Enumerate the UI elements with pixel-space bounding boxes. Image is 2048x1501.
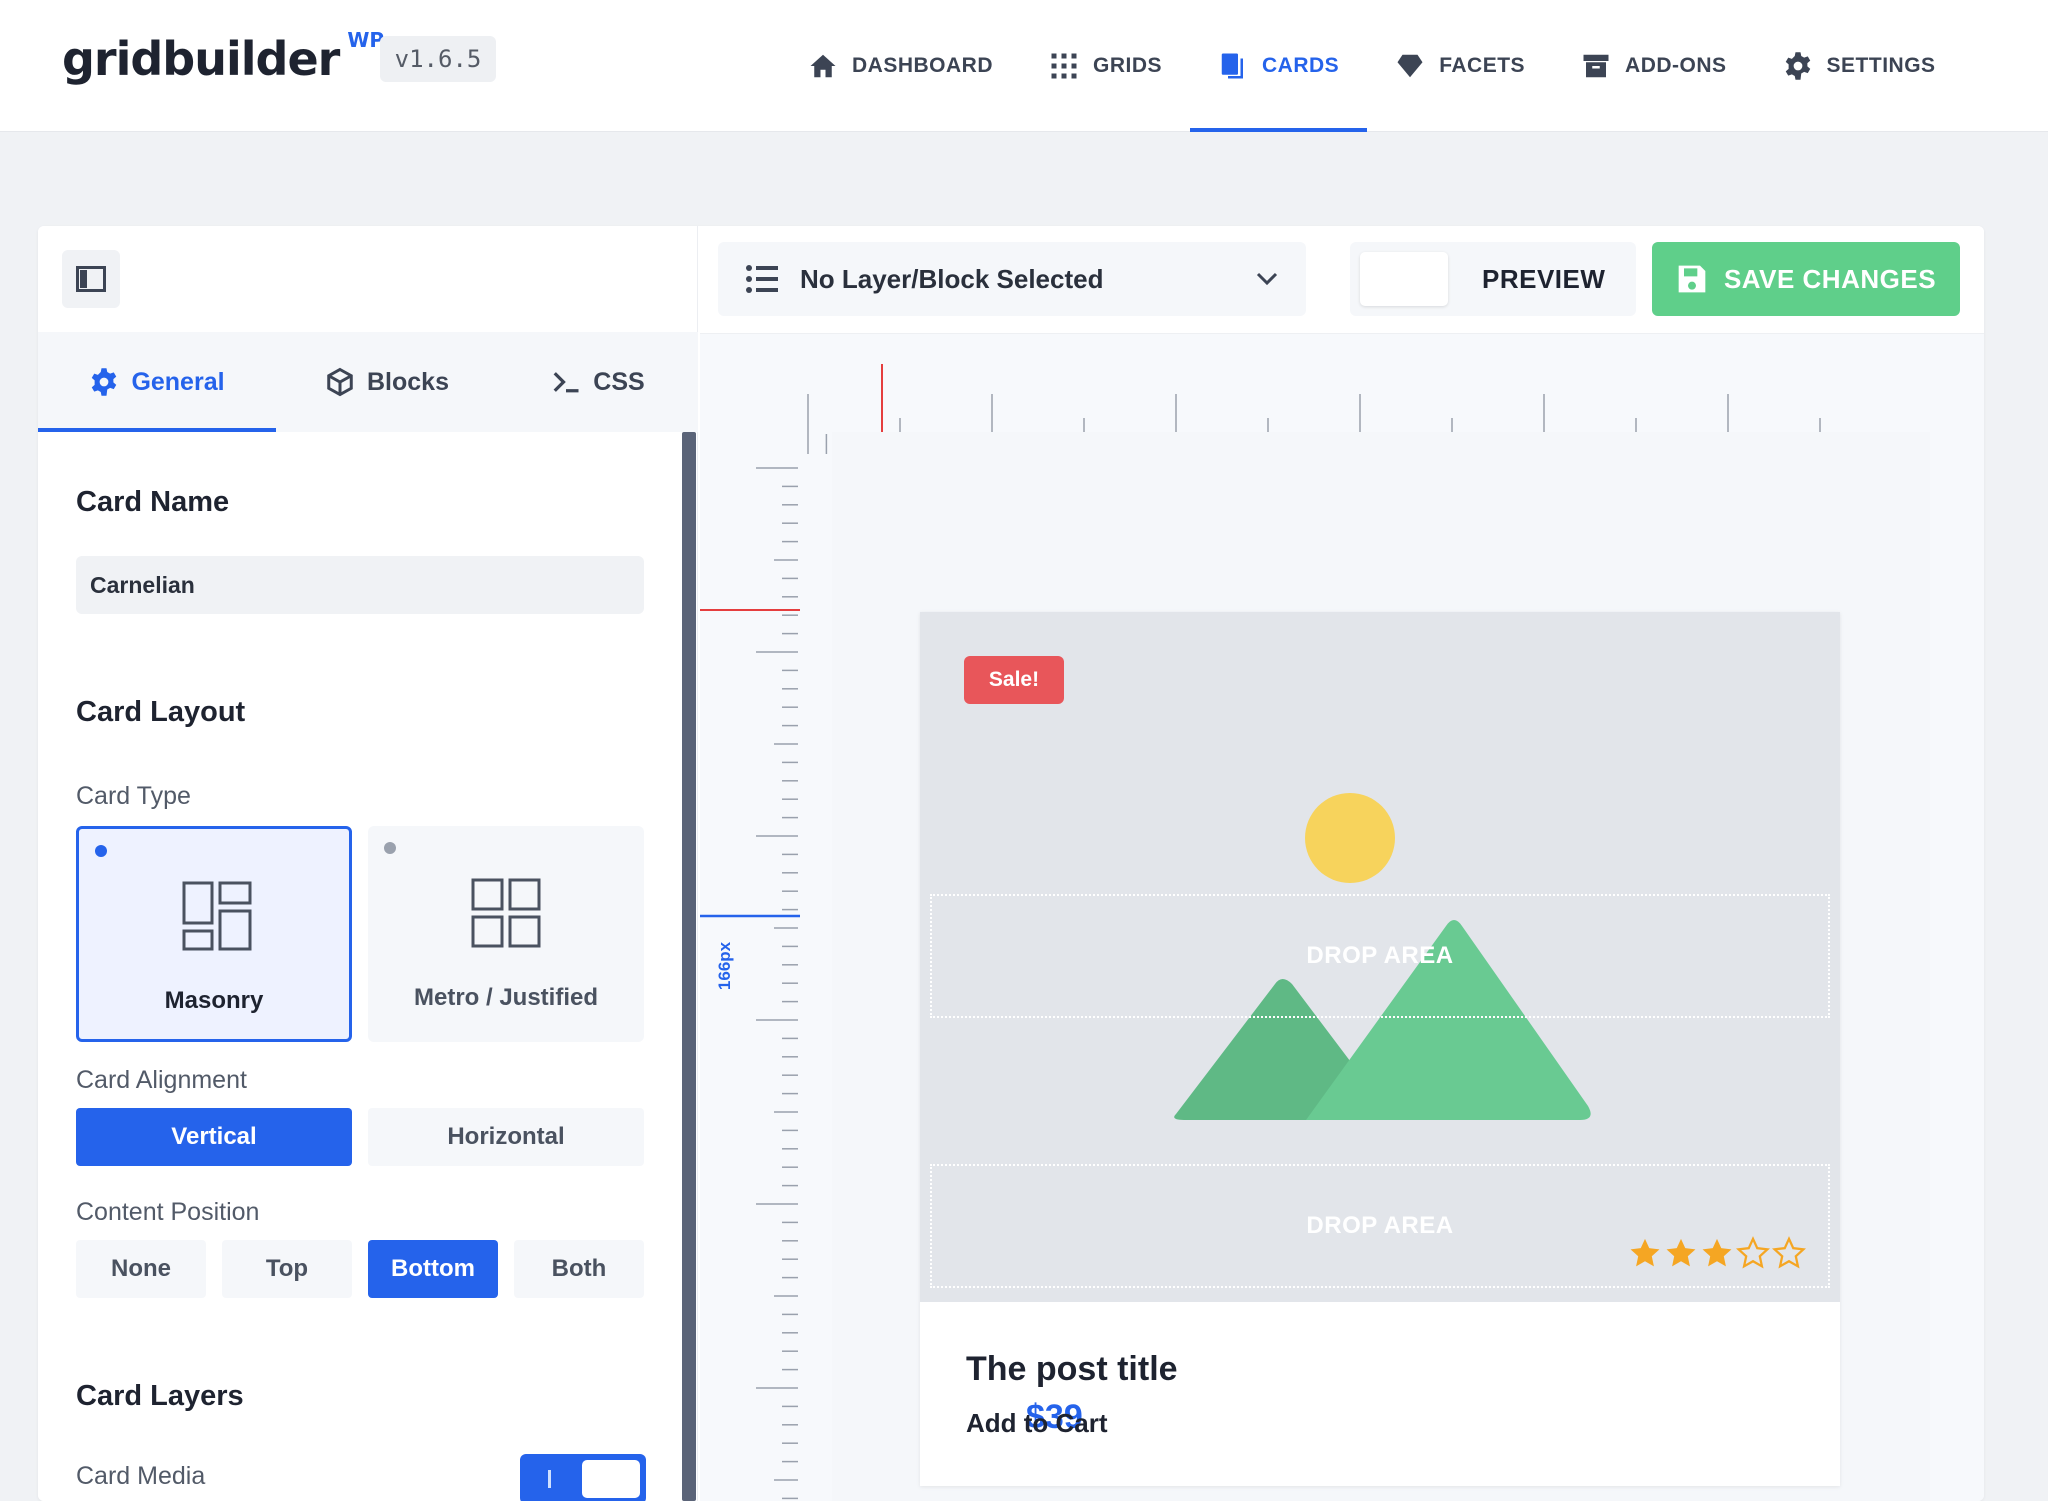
nav-grids-label: GRIDS [1093, 54, 1163, 77]
gear-icon [92, 368, 117, 396]
star-filled-icon[interactable] [1628, 1236, 1662, 1270]
layer-select-value: No Layer/Block Selected [800, 263, 1104, 294]
add-to-cart-block[interactable]: $39 Add to Cart [966, 1398, 1366, 1444]
alignment-horizontal-button[interactable]: Horizontal [368, 1108, 644, 1166]
sidebar-scrollbar[interactable] [682, 432, 696, 1501]
nav-cards[interactable]: CARDS [1190, 0, 1368, 132]
terminal-icon [553, 372, 579, 393]
nav-grids[interactable]: GRIDS [1021, 0, 1190, 132]
nav-settings[interactable]: SETTINGS [1755, 0, 1964, 132]
home-icon [810, 54, 836, 78]
card-layout-heading: Card Layout [76, 696, 246, 728]
nav-dashboard[interactable]: DASHBOARD [780, 0, 1021, 132]
sidebar-toggle-button[interactable] [62, 250, 120, 308]
add-to-cart-label: Add to Cart [966, 1408, 1108, 1438]
sidebar-panel-icon [76, 266, 106, 292]
card-media-label: Card Media [76, 1462, 206, 1490]
nav-facets[interactable]: FACETS [1367, 0, 1553, 132]
diamond-icon [1397, 54, 1423, 78]
nav-settings-label: SETTINGS [1826, 54, 1936, 77]
card-name-input[interactable] [76, 556, 644, 614]
radio-dot [384, 842, 396, 854]
floppy-disk-icon [1678, 265, 1706, 293]
card-media-placeholder[interactable]: Sale! DROP AREA DROP AREA [920, 612, 1840, 1302]
card-type-label: Card Type [76, 782, 191, 810]
sale-badge[interactable]: Sale! [964, 656, 1064, 704]
alignment-vertical-button[interactable]: Vertical [76, 1108, 352, 1166]
masonry-layout-icon [182, 881, 252, 951]
archive-icon [1583, 54, 1609, 78]
card-canvas-area: No Layer/Block Selected PREVIEW SAVE CHA… [700, 226, 1984, 1501]
ruler-height-label: 166px [715, 941, 734, 990]
tab-general-label: General [131, 367, 225, 396]
logo-wp-badge: WP [347, 28, 385, 52]
grid-icon [1051, 53, 1077, 79]
nav-addons-label: ADD-ONS [1625, 54, 1727, 77]
star-empty-icon[interactable] [1736, 1236, 1770, 1270]
preview-toggle[interactable]: PREVIEW [1350, 242, 1636, 316]
drop-area-top[interactable]: DROP AREA [930, 894, 1830, 1018]
canvas-toolbar: No Layer/Block Selected PREVIEW SAVE CHA… [700, 226, 1984, 334]
version-badge: v1.6.5 [380, 36, 496, 82]
card-type-masonry[interactable]: Masonry [76, 826, 352, 1042]
tab-blocks[interactable]: Blocks [276, 332, 498, 432]
chevron-down-icon [1256, 272, 1278, 286]
card-layers-heading: Card Layers [76, 1380, 244, 1412]
save-changes-button[interactable]: SAVE CHANGES [1652, 242, 1960, 316]
gridbuilder-logo[interactable]: gridbuilder WP [62, 24, 384, 94]
tab-css-label: CSS [593, 367, 645, 396]
star-rating[interactable] [1628, 1236, 1808, 1270]
layer-block-select[interactable]: No Layer/Block Selected [718, 242, 1306, 316]
radio-dot [95, 845, 107, 857]
position-top-button[interactable]: Top [222, 1240, 352, 1298]
main-nav: DASHBOARD GRIDS CARDS FACETS ADD-ONS SET… [780, 0, 1964, 132]
nav-cards-label: CARDS [1262, 54, 1340, 77]
gear-icon [1785, 52, 1810, 80]
nav-dashboard-label: DASHBOARD [852, 54, 993, 77]
nav-facets-label: FACETS [1439, 54, 1526, 77]
toggle-on-mark [548, 1470, 551, 1488]
star-filled-icon[interactable] [1700, 1236, 1734, 1270]
sidebar-tabs: General Blocks CSS [38, 332, 698, 432]
star-filled-icon[interactable] [1664, 1236, 1698, 1270]
star-empty-icon[interactable] [1772, 1236, 1806, 1270]
metro-layout-icon [471, 878, 541, 948]
list-icon [746, 265, 778, 293]
settings-sidebar: General Blocks CSS Card Name Card Layout… [38, 226, 698, 1501]
card-type-masonry-label: Masonry [164, 987, 264, 1014]
preview-label: PREVIEW [1482, 264, 1606, 294]
position-both-button[interactable]: Both [514, 1240, 644, 1298]
tab-general[interactable]: General [38, 332, 276, 432]
preview-switch[interactable] [1360, 252, 1448, 306]
nav-addons[interactable]: ADD-ONS [1553, 0, 1755, 132]
toggle-knob [582, 1460, 640, 1498]
logo-text: gridbuilder [62, 32, 340, 86]
card-name-heading: Card Name [76, 486, 230, 518]
post-title[interactable]: The post title [966, 1350, 1178, 1389]
top-header: gridbuilder WP v1.6.5 DASHBOARD GRIDS CA… [0, 0, 2048, 132]
vertical-ruler[interactable]: 166px [700, 456, 800, 1501]
cube-icon [327, 367, 353, 397]
content-position-label: Content Position [76, 1198, 260, 1226]
tab-blocks-label: Blocks [367, 367, 449, 396]
card-preview[interactable]: Sale! DROP AREA DROP AREA The post title… [920, 612, 1840, 1486]
position-none-button[interactable]: None [76, 1240, 206, 1298]
card-type-metro[interactable]: Metro / Justified [368, 826, 644, 1042]
tab-css[interactable]: CSS [498, 332, 698, 432]
card-alignment-label: Card Alignment [76, 1066, 247, 1094]
card-media-toggle[interactable] [520, 1454, 646, 1501]
cards-icon [1221, 53, 1244, 79]
card-editor: General Blocks CSS Card Name Card Layout… [38, 226, 1984, 1501]
position-bottom-button[interactable]: Bottom [368, 1240, 498, 1298]
save-changes-label: SAVE CHANGES [1723, 263, 1937, 294]
card-type-metro-label: Metro / Justified [413, 984, 599, 1011]
